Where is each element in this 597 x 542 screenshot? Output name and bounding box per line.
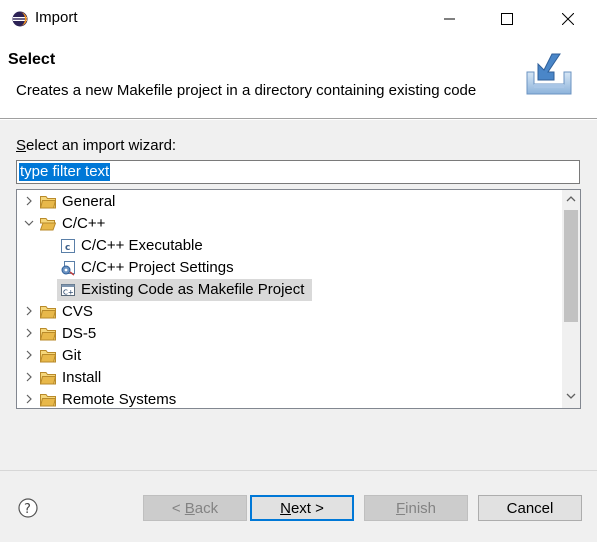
project-settings-icon [61, 261, 75, 276]
chevron-right-icon[interactable] [23, 327, 35, 339]
tree-item-label: DS-5 [62, 325, 97, 342]
finish-button[interactable]: Finish [364, 495, 468, 521]
banner-separator-highlight [0, 119, 597, 120]
maximize-icon [501, 13, 513, 25]
folder-icon [40, 196, 56, 209]
cancel-button[interactable]: Cancel [478, 495, 582, 521]
back-button[interactable]: < Back [143, 495, 247, 521]
chevron-down-icon[interactable] [23, 217, 35, 229]
tree-item-general[interactable]: General [17, 191, 557, 213]
folder-icon [40, 328, 56, 341]
back-button-prefix: < [171, 499, 185, 517]
tree-item-ds5[interactable]: DS-5 [17, 323, 557, 345]
chevron-right-icon[interactable] [23, 393, 35, 405]
tree-item-label: C/C++ [62, 215, 106, 232]
tree-item-cpp-executable[interactable]: c C/C++ Executable [17, 235, 557, 257]
tree-item-cpp[interactable]: C/C++ [17, 213, 557, 235]
tree-item-label: Git [62, 347, 82, 364]
filter-input[interactable]: type filter text [16, 160, 580, 184]
scroll-down-icon[interactable] [566, 392, 576, 400]
scrollbar-thumb[interactable] [564, 210, 578, 322]
back-button-label: ack [194, 499, 219, 517]
tree-item-label: Remote Systems [62, 391, 177, 408]
eclipse-icon [12, 11, 28, 27]
next-button-label: ext > [290, 499, 324, 517]
minimize-icon [444, 18, 455, 20]
close-icon [562, 13, 574, 25]
chevron-right-icon[interactable] [23, 349, 35, 361]
svg-text:c: c [65, 243, 70, 253]
tree-item-project-settings[interactable]: C/C++ Project Settings [17, 257, 557, 279]
wizard-label-rest: elect an import wizard: [26, 137, 177, 154]
wizard-label: Select an import wizard: [16, 137, 176, 154]
next-button[interactable]: Next > [250, 495, 354, 521]
tree-item-remote-systems[interactable]: Remote Systems [17, 389, 557, 408]
back-button-mnemonic: B [184, 499, 195, 517]
finish-button-mnemonic: F [395, 499, 406, 517]
svg-text:C+: C+ [63, 289, 74, 297]
chevron-right-icon[interactable] [23, 305, 35, 317]
tree-item-label: CVS [62, 303, 93, 320]
vertical-scrollbar[interactable] [562, 190, 580, 408]
folder-icon [40, 350, 56, 363]
page-title: Select [8, 51, 56, 68]
import-wizard-icon [526, 53, 572, 95]
help-icon[interactable]: ? [18, 498, 38, 518]
scroll-up-icon[interactable] [566, 195, 576, 203]
cancel-button-label: Cancel [506, 499, 554, 517]
page-description: Creates a new Makefile project in a dire… [16, 82, 477, 99]
tree-item-label: C/C++ Executable [81, 237, 203, 254]
folder-open-icon [40, 218, 56, 231]
tree-item-install[interactable]: Install [17, 367, 557, 389]
tree-item-label: Install [62, 369, 102, 386]
filter-text: type filter text [19, 163, 111, 181]
folder-icon [40, 372, 56, 385]
folder-icon [40, 394, 56, 407]
chevron-right-icon[interactable] [23, 195, 35, 207]
maximize-button[interactable] [479, 0, 535, 38]
footer-separator [0, 470, 597, 471]
wizard-banner: Select Creates a new Makefile project in… [0, 38, 597, 118]
window-title: Import [35, 9, 78, 26]
c-executable-icon: c [61, 239, 75, 253]
chevron-right-icon[interactable] [23, 371, 35, 383]
tree-item-label: Existing Code as Makefile Project [81, 281, 305, 298]
tree-item-git[interactable]: Git [17, 345, 557, 367]
tree-item-cvs[interactable]: CVS [17, 301, 557, 323]
minimize-button[interactable] [422, 0, 478, 38]
tree-item-label: C/C++ Project Settings [81, 259, 234, 276]
tree-item-makefile-project[interactable]: C+ Existing Code as Makefile Project [17, 279, 557, 301]
title-bar: Import [0, 0, 597, 38]
close-button[interactable] [540, 0, 596, 38]
makefile-project-icon: C+ [61, 284, 75, 297]
next-button-mnemonic: N [280, 499, 291, 517]
wizard-label-mnemonic: S [16, 137, 27, 154]
finish-button-label: inish [405, 499, 437, 517]
tree-item-label: General [62, 193, 116, 210]
wizard-tree[interactable]: General C/C++ c C/C++ Executable C/C++ P… [16, 189, 581, 409]
svg-text:?: ? [24, 502, 31, 517]
folder-icon [40, 306, 56, 319]
